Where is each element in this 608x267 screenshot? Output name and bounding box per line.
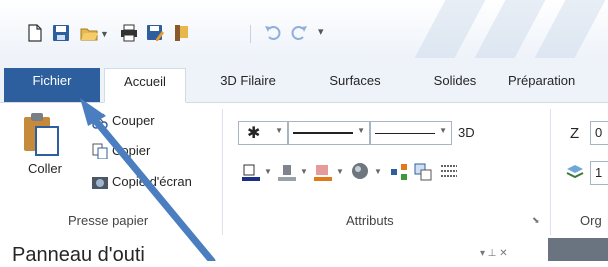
3d-button[interactable]: 3D xyxy=(458,125,475,140)
hatch-pattern-icon[interactable] xyxy=(314,163,332,181)
paste-label: Coller xyxy=(28,161,62,176)
ribbon-tabs: Fichier Accueil 3D Filaire Surfaces Soli… xyxy=(0,58,608,103)
tab-file[interactable]: Fichier xyxy=(4,68,100,102)
decorative-stripe xyxy=(414,0,486,58)
copy-label: Copier xyxy=(112,143,151,158)
chevron-down-icon[interactable]: ▼ xyxy=(374,167,382,176)
camera-icon xyxy=(92,177,108,189)
copy-button[interactable]: Copier xyxy=(92,143,182,161)
asterisk-icon: ✱ xyxy=(247,125,261,142)
solid-line-icon xyxy=(293,132,353,134)
paste-button[interactable]: Coller xyxy=(28,161,62,176)
chevron-down-icon[interactable]: ▼ xyxy=(336,167,344,176)
ribbon-body: Coller Couper Copier Copie d'écran Press… xyxy=(0,103,608,237)
copy-icon xyxy=(92,143,108,159)
save-icon[interactable] xyxy=(52,24,70,42)
chevron-down-icon: ▼ xyxy=(275,126,283,135)
dropdown-arrow-icon[interactable]: ▼ xyxy=(100,29,109,39)
line-width-select[interactable]: ▼ xyxy=(370,121,452,145)
screenshot-button[interactable]: Copie d'écran xyxy=(92,174,218,192)
layer-value: 1 xyxy=(595,165,603,180)
z-label: Z xyxy=(570,125,580,142)
tab-accueil[interactable]: Accueil xyxy=(104,68,186,103)
quick-access-toolbar: ▼ ▾ xyxy=(0,0,608,58)
group-separator xyxy=(550,109,551,235)
bookmark-icon[interactable] xyxy=(172,24,190,42)
open-folder-icon[interactable] xyxy=(80,24,98,42)
undo-icon[interactable] xyxy=(264,24,282,42)
dialog-launcher-icon[interactable]: ⬊ xyxy=(532,215,540,226)
line-style-select[interactable]: ▼ xyxy=(288,121,370,145)
z-value-input[interactable]: 0 xyxy=(590,121,608,145)
clipboard-group-label: Presse papier xyxy=(68,213,149,228)
print-icon[interactable] xyxy=(120,24,138,42)
chevron-down-icon: ▼ xyxy=(357,126,365,135)
layers-icon xyxy=(566,165,584,179)
chevron-down-icon[interactable]: ▼ xyxy=(300,167,308,176)
toolbar-separator xyxy=(250,25,251,43)
decorative-stripe xyxy=(534,0,606,58)
thin-line-icon xyxy=(375,133,435,134)
save-as-icon[interactable] xyxy=(146,24,164,42)
attributes-group-label: Attributs xyxy=(346,213,394,228)
z-value: 0 xyxy=(595,125,603,140)
group-separator xyxy=(222,109,223,235)
customize-icon[interactable]: ▾ xyxy=(318,25,324,38)
tool-panel-title: Panneau d'outi xyxy=(12,244,145,266)
redo-icon[interactable] xyxy=(290,24,308,42)
3d-label: 3D xyxy=(458,125,475,140)
layer-color-icon[interactable] xyxy=(278,163,296,181)
color-fill-icon[interactable] xyxy=(242,163,260,181)
new-file-icon[interactable] xyxy=(26,24,44,42)
chevron-down-icon: ▼ xyxy=(439,126,447,135)
layer-input[interactable]: 1 xyxy=(590,161,608,185)
tab-solides[interactable]: Solides xyxy=(412,68,498,102)
cut-label: Couper xyxy=(112,113,155,128)
pin-icon[interactable]: ▾ ⊥ ✕ xyxy=(480,248,508,259)
tab-preparation[interactable]: Préparation xyxy=(508,68,608,102)
match-properties-icon[interactable] xyxy=(414,163,432,181)
decorative-stripe xyxy=(474,0,546,58)
material-sphere-icon[interactable] xyxy=(350,161,370,181)
chevron-down-icon[interactable]: ▼ xyxy=(264,167,272,176)
tab-3d-filaire[interactable]: 3D Filaire xyxy=(198,68,298,102)
viewport-edge xyxy=(548,238,608,261)
paste-icon[interactable] xyxy=(22,111,62,159)
scissors-icon xyxy=(92,113,108,129)
screenshot-label: Copie d'écran xyxy=(112,174,192,189)
org-group-label: Org xyxy=(580,213,602,228)
point-style-select[interactable]: ✱ ▼ xyxy=(238,121,288,145)
cut-button[interactable]: Couper xyxy=(92,113,182,131)
line-weight-icon[interactable] xyxy=(440,163,458,181)
tab-surfaces[interactable]: Surfaces xyxy=(308,68,402,102)
attribute-transfer-icon[interactable] xyxy=(390,163,408,181)
